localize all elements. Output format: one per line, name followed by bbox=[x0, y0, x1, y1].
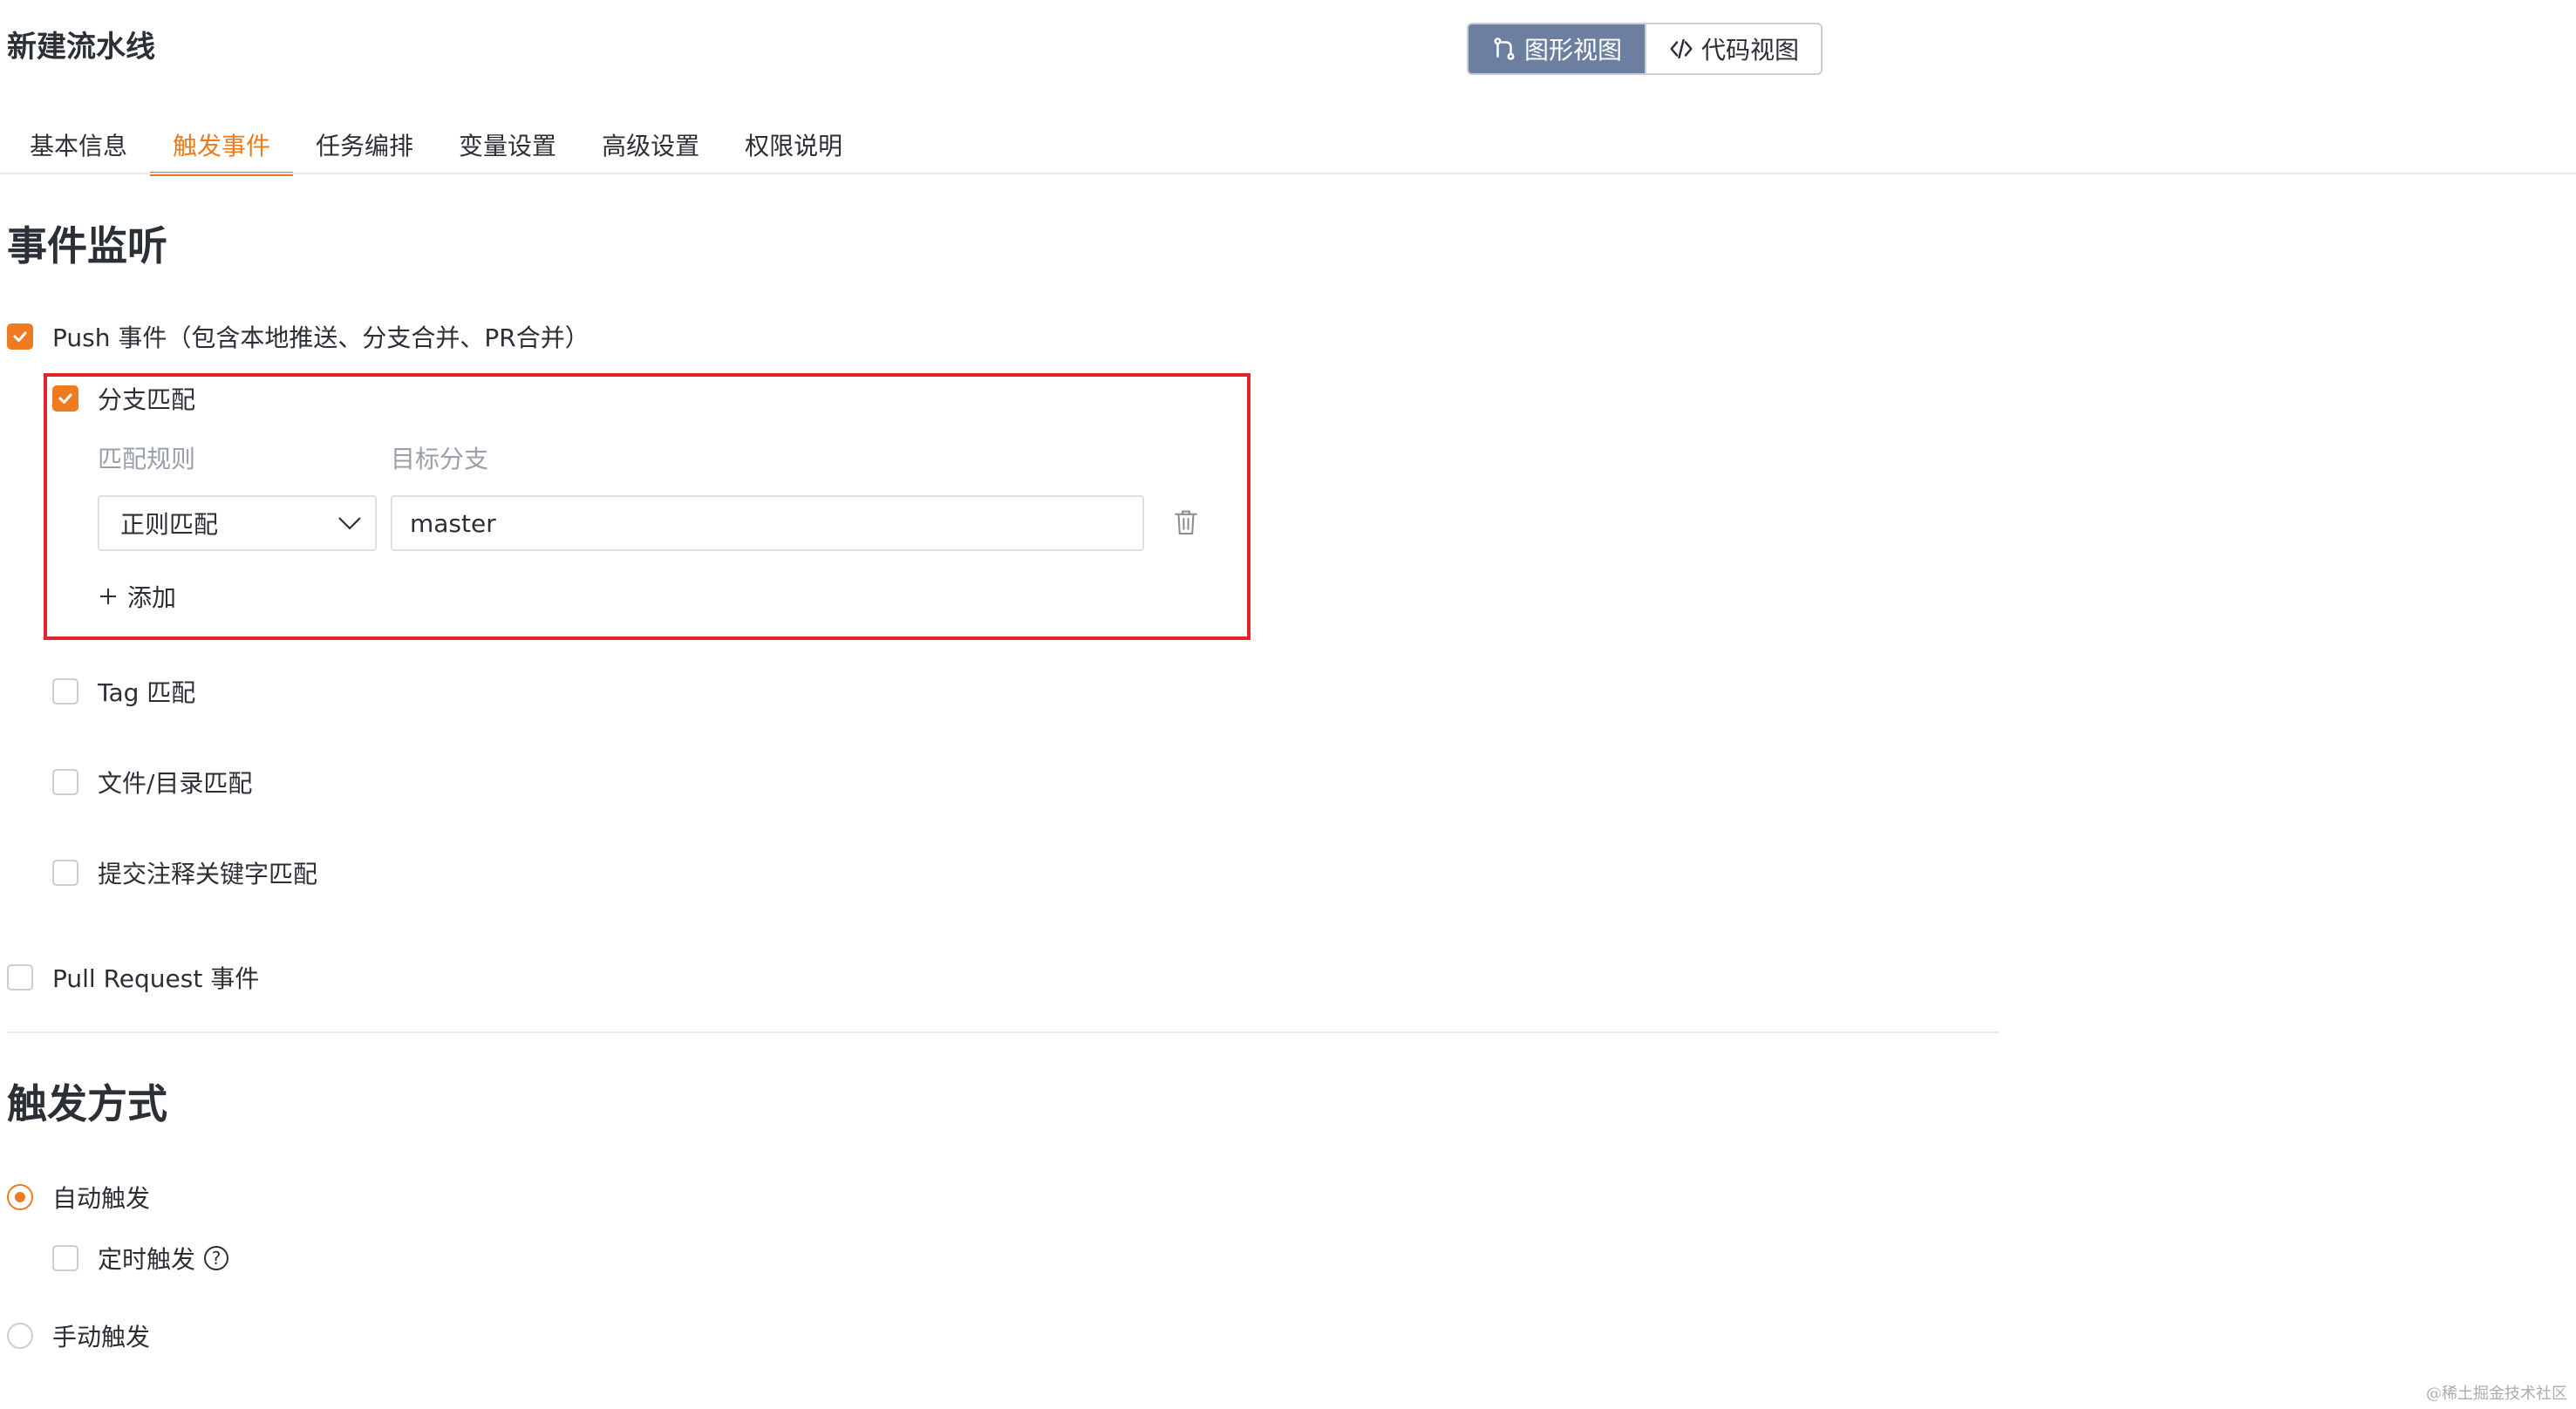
scheduled-trigger-checkbox[interactable] bbox=[52, 1245, 78, 1271]
push-event-label: Push 事件（包含本地推送、分支合并、PR合并） bbox=[52, 323, 589, 352]
commit-keyword-row: 提交注释关键字匹配 bbox=[52, 855, 317, 890]
section-divider bbox=[7, 1031, 1999, 1033]
graphic-view-label: 图形视图 bbox=[1523, 36, 1622, 65]
event-listening-title: 事件监听 bbox=[7, 222, 167, 269]
manual-trigger-row: 手动触发 bbox=[7, 1318, 150, 1353]
delete-rule-button[interactable] bbox=[1172, 507, 1200, 541]
tag-match-row: Tag 匹配 bbox=[52, 674, 195, 709]
checkmark-icon bbox=[58, 393, 72, 404]
match-rule-label: 匹配规则 bbox=[98, 445, 196, 473]
pull-request-label: Pull Request 事件 bbox=[52, 964, 260, 993]
tab-advanced-settings[interactable]: 高级设置 bbox=[579, 122, 722, 176]
tab-permissions[interactable]: 权限说明 bbox=[722, 122, 865, 176]
commit-keyword-checkbox[interactable] bbox=[52, 860, 78, 886]
checkmark-icon bbox=[13, 331, 27, 342]
tab-trigger-events[interactable]: 触发事件 bbox=[150, 122, 294, 176]
watermark: @稀土掘金技术社区 bbox=[2426, 1385, 2567, 1403]
tab-divider bbox=[0, 173, 2576, 174]
pipeline-graph-icon bbox=[1494, 37, 1515, 60]
graphic-view-button[interactable]: 图形视图 bbox=[1469, 24, 1645, 73]
tab-bar: 基本信息 触发事件 任务编排 变量设置 高级设置 权限说明 bbox=[7, 122, 865, 176]
view-toggle: 图形视图 代码视图 bbox=[1467, 23, 1823, 75]
auto-trigger-label: 自动触发 bbox=[52, 1184, 151, 1213]
manual-trigger-label: 手动触发 bbox=[52, 1323, 151, 1351]
scheduled-trigger-row: 定时触发 ? bbox=[52, 1241, 229, 1276]
manual-trigger-radio[interactable] bbox=[7, 1323, 33, 1349]
tab-basic-info[interactable]: 基本信息 bbox=[7, 122, 150, 176]
tab-variable-settings[interactable]: 变量设置 bbox=[436, 122, 579, 176]
page-title: 新建流水线 bbox=[7, 30, 155, 65]
match-rule-select[interactable]: 正则匹配 bbox=[98, 495, 377, 551]
push-event-row: Push 事件（包含本地推送、分支合并、PR合并） bbox=[7, 319, 589, 354]
branch-match-label: 分支匹配 bbox=[98, 385, 196, 414]
plus-icon bbox=[100, 589, 116, 604]
help-icon[interactable]: ? bbox=[204, 1246, 229, 1270]
push-event-checkbox[interactable] bbox=[7, 323, 33, 350]
file-match-label: 文件/目录匹配 bbox=[98, 769, 253, 798]
file-match-row: 文件/目录匹配 bbox=[52, 765, 252, 800]
pull-request-row: Pull Request 事件 bbox=[7, 960, 259, 995]
add-rule-label: 添加 bbox=[127, 583, 177, 612]
scheduled-trigger-label: 定时触发 bbox=[98, 1245, 196, 1274]
add-rule-button[interactable]: 添加 bbox=[98, 579, 176, 614]
code-icon bbox=[1670, 38, 1693, 59]
code-view-label: 代码视图 bbox=[1700, 36, 1799, 65]
tab-task-orchestration[interactable]: 任务编排 bbox=[293, 122, 436, 176]
branch-match-row: 分支匹配 bbox=[52, 381, 195, 416]
chevron-down-icon bbox=[338, 517, 361, 530]
code-view-button[interactable]: 代码视图 bbox=[1645, 24, 1821, 73]
trash-icon bbox=[1175, 510, 1197, 535]
trigger-mode-title: 触发方式 bbox=[7, 1080, 167, 1127]
file-match-checkbox[interactable] bbox=[52, 769, 78, 795]
target-branch-label: 目标分支 bbox=[391, 445, 489, 473]
commit-keyword-label: 提交注释关键字匹配 bbox=[98, 860, 318, 888]
auto-trigger-radio[interactable] bbox=[7, 1184, 33, 1210]
branch-match-checkbox[interactable] bbox=[52, 385, 78, 412]
pull-request-checkbox[interactable] bbox=[7, 964, 33, 990]
match-rule-value: 正则匹配 bbox=[120, 510, 219, 539]
tag-match-label: Tag 匹配 bbox=[98, 678, 196, 707]
auto-trigger-row: 自动触发 bbox=[7, 1180, 150, 1215]
tag-match-checkbox[interactable] bbox=[52, 678, 78, 704]
target-branch-input[interactable] bbox=[391, 495, 1144, 551]
